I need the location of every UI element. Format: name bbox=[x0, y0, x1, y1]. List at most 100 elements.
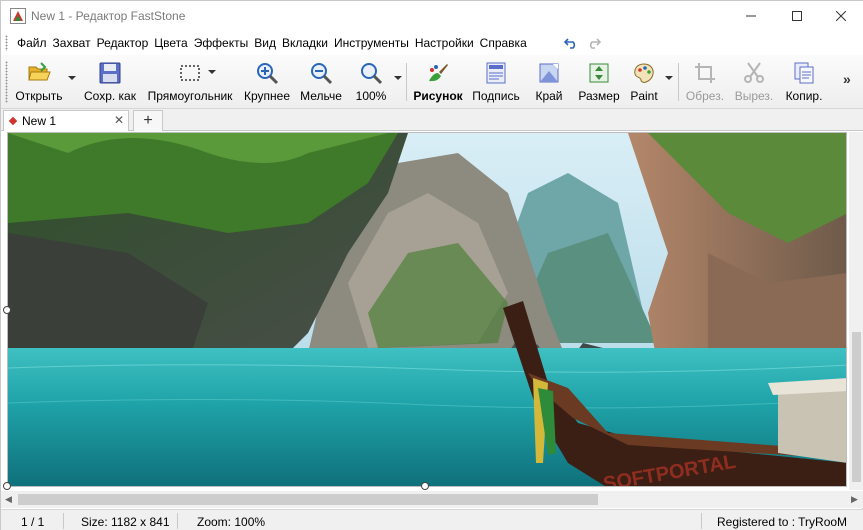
resize-button[interactable]: Размер bbox=[575, 59, 623, 105]
main-toolbar: Открыть Сохр. как Прямоугольник Крупнее … bbox=[1, 55, 863, 109]
add-tab-button[interactable]: + bbox=[133, 110, 163, 131]
status-separator bbox=[63, 513, 64, 529]
registration-info: Registered to : TryRooM bbox=[717, 515, 848, 529]
horizontal-scroll-thumb[interactable] bbox=[18, 494, 598, 505]
folder-open-icon bbox=[28, 62, 51, 81]
page-indicator: 1 / 1 bbox=[21, 515, 45, 529]
menu-tools[interactable]: Инструменты bbox=[331, 36, 412, 50]
edge-label: Край bbox=[535, 89, 563, 103]
copy-label: Копир. bbox=[785, 89, 823, 103]
horizontal-scrollbar[interactable]: ◀ ▶ bbox=[1, 491, 863, 508]
draw-label: Рисунок bbox=[413, 89, 463, 103]
draw-button[interactable]: Рисунок bbox=[411, 59, 465, 105]
copy-button[interactable]: Копир. bbox=[781, 59, 827, 105]
menu-bar: Файл Захват Редактор Цвета Эффекты Вид В… bbox=[1, 31, 863, 55]
zoom-level-label: 100% bbox=[355, 89, 387, 103]
scroll-right-arrow-icon[interactable]: ▶ bbox=[851, 494, 858, 505]
open-button[interactable]: Открыть bbox=[11, 59, 67, 105]
tab-new-1[interactable]: New 1 ✕ bbox=[3, 110, 129, 131]
scroll-left-arrow-icon[interactable]: ◀ bbox=[5, 494, 12, 505]
open-dropdown-icon[interactable] bbox=[68, 75, 76, 81]
menu-effects[interactable]: Эффекты bbox=[191, 36, 252, 50]
image-size: Size: 1182 x 841 bbox=[81, 515, 170, 529]
selection-handle-bottom[interactable] bbox=[421, 482, 429, 490]
close-icon bbox=[836, 11, 846, 21]
crop-label: Обрез. bbox=[685, 89, 725, 103]
document-tab-bar: New 1 ✕ + bbox=[1, 109, 863, 131]
menu-settings[interactable]: Настройки bbox=[412, 36, 477, 50]
modified-indicator-icon bbox=[8, 116, 18, 126]
zoom-status: Zoom: 100% bbox=[197, 515, 266, 529]
paint-brush-icon bbox=[429, 64, 448, 82]
rectangle-selection-icon bbox=[180, 65, 200, 81]
zoom-out-icon bbox=[311, 63, 333, 85]
selection-handle-left[interactable] bbox=[3, 306, 11, 314]
copy-icon bbox=[794, 62, 814, 84]
menu-file[interactable]: Файл bbox=[14, 36, 50, 50]
app-window: New 1 - Редактор FastStone Файл Захват Р… bbox=[0, 0, 863, 530]
menu-view[interactable]: Вид bbox=[251, 36, 279, 50]
menu-tabs[interactable]: Вкладки bbox=[279, 36, 331, 50]
minimize-button[interactable] bbox=[728, 1, 774, 31]
crop-icon bbox=[695, 63, 715, 83]
status-separator bbox=[177, 513, 178, 529]
rectangle-select-button[interactable]: Прямоугольник bbox=[143, 59, 237, 105]
zoom-level-button[interactable]: 100% bbox=[351, 59, 391, 105]
magnifier-icon bbox=[361, 63, 383, 85]
resize-icon bbox=[589, 63, 609, 83]
rectangle-label: Прямоугольник bbox=[147, 89, 233, 103]
palette-icon bbox=[634, 63, 654, 83]
save-as-button[interactable]: Сохр. как bbox=[81, 59, 139, 105]
tab-label: New 1 bbox=[22, 114, 57, 128]
menu-help[interactable]: Справка bbox=[477, 36, 530, 50]
cut-label: Вырез. bbox=[734, 89, 774, 103]
vertical-scroll-thumb[interactable] bbox=[852, 332, 861, 482]
menu-grip[interactable] bbox=[5, 35, 8, 51]
landscape-photo: SOFTPORTAL bbox=[8, 133, 846, 486]
selection-handle-bottom-left[interactable] bbox=[3, 482, 11, 490]
close-button[interactable] bbox=[818, 1, 863, 31]
zoom-out-label: Мельче bbox=[300, 89, 342, 103]
title-bar: New 1 - Редактор FastStone bbox=[1, 1, 863, 31]
status-bar: 1 / 1 Size: 1182 x 841 Zoom: 100% Regist… bbox=[1, 509, 863, 530]
status-separator bbox=[701, 513, 702, 529]
vertical-scrollbar[interactable] bbox=[849, 132, 863, 490]
image-canvas[interactable]: SOFTPORTAL bbox=[1, 131, 863, 491]
paint-dropdown-icon[interactable] bbox=[665, 75, 673, 81]
faststone-app-icon bbox=[10, 8, 26, 24]
maximize-icon bbox=[792, 11, 802, 21]
zoom-out-button[interactable]: Мельче bbox=[297, 59, 345, 105]
zoom-in-label: Крупнее bbox=[243, 89, 290, 103]
redo-icon[interactable] bbox=[587, 37, 601, 49]
crop-button[interactable]: Обрез. bbox=[683, 59, 727, 105]
scissors-icon bbox=[744, 62, 764, 83]
undo-icon[interactable] bbox=[564, 37, 578, 49]
menu-editor[interactable]: Редактор bbox=[94, 36, 152, 50]
edited-image[interactable]: SOFTPORTAL bbox=[7, 132, 847, 487]
save-as-label: Сохр. как bbox=[84, 89, 136, 103]
floppy-disk-icon bbox=[99, 62, 121, 84]
paint-label: Paint bbox=[630, 89, 658, 103]
toolbar-separator bbox=[406, 63, 407, 101]
zoom-in-button[interactable]: Крупнее bbox=[241, 59, 293, 105]
menu-colors[interactable]: Цвета bbox=[151, 36, 190, 50]
caption-icon bbox=[486, 62, 506, 84]
toolbar-separator bbox=[678, 63, 679, 101]
zoom-dropdown-icon[interactable] bbox=[394, 75, 402, 81]
open-label: Открыть bbox=[15, 89, 63, 103]
resize-label: Размер bbox=[578, 89, 620, 103]
caption-label: Подпись bbox=[472, 89, 520, 103]
rectangle-dropdown-icon[interactable] bbox=[208, 69, 216, 75]
toolbar-overflow-icon[interactable]: » bbox=[843, 71, 851, 87]
maximize-button[interactable] bbox=[774, 1, 820, 31]
edge-effect-icon bbox=[539, 63, 559, 83]
paint-button[interactable]: Paint bbox=[625, 59, 663, 105]
caption-button[interactable]: Подпись bbox=[469, 59, 523, 105]
menu-capture[interactable]: Захват bbox=[50, 36, 94, 50]
window-title: New 1 - Редактор FastStone bbox=[31, 9, 186, 23]
toolbar-grip[interactable] bbox=[5, 61, 8, 103]
cut-button[interactable]: Вырез. bbox=[733, 59, 775, 105]
tab-close-icon[interactable]: ✕ bbox=[114, 113, 124, 127]
zoom-in-icon bbox=[257, 63, 279, 85]
edge-button[interactable]: Край bbox=[529, 59, 569, 105]
